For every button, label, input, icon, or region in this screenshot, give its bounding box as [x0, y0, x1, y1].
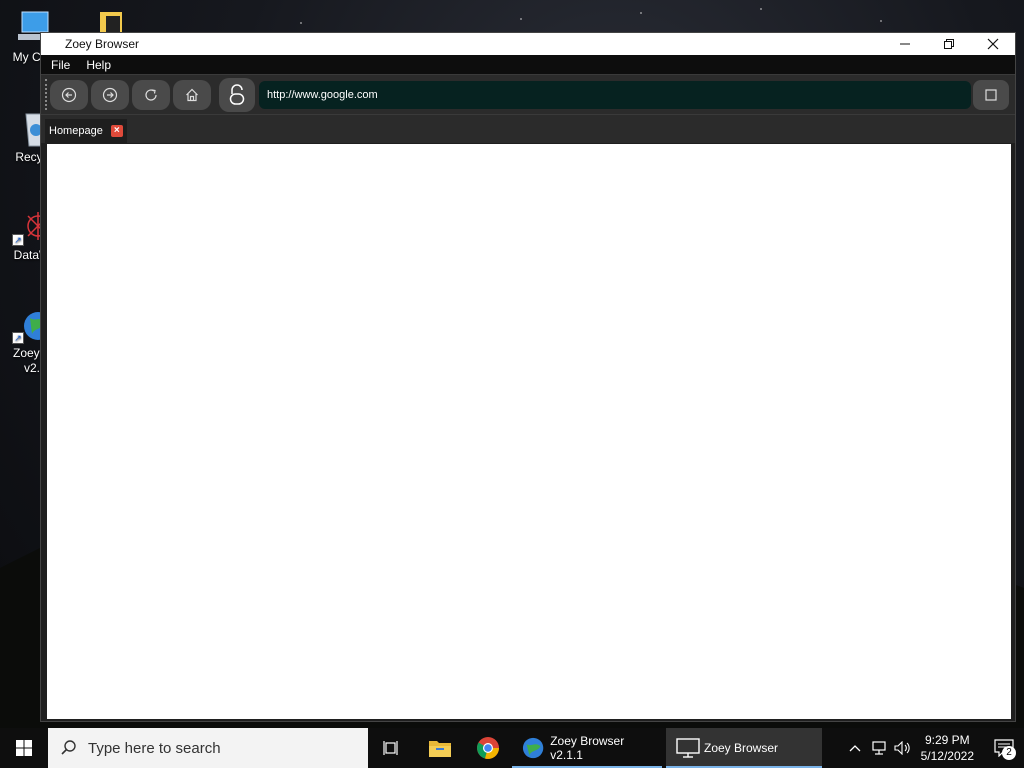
title-bar[interactable]: Zoey Browser: [41, 33, 1015, 55]
home-icon: [186, 88, 198, 101]
window-title: Zoey Browser: [65, 37, 140, 51]
refresh-icon: [145, 88, 157, 101]
window-controls: [883, 33, 1015, 55]
address-bar[interactable]: http://www.google.com: [259, 81, 971, 109]
taskbar-clock[interactable]: 9:29 PM 5/12/2022: [921, 732, 974, 764]
network-button[interactable]: [867, 728, 891, 768]
page-viewport[interactable]: [47, 144, 1011, 719]
globe-icon: [522, 737, 544, 759]
file-explorer-button[interactable]: [416, 728, 464, 768]
chrome-icon: [477, 737, 499, 759]
tab-strip: Homepage ×: [41, 115, 1015, 143]
clock-time: 9:29 PM: [924, 733, 970, 747]
chrome-button[interactable]: [464, 728, 512, 768]
square-icon: [985, 89, 997, 101]
windows-logo-icon: [16, 740, 32, 756]
taskbar: Type here to search Zoey Browser v2.1.1: [0, 728, 1024, 768]
home-button[interactable]: [173, 79, 211, 110]
go-button[interactable]: [973, 80, 1009, 110]
volume-button[interactable]: [891, 728, 915, 768]
clock-date: 5/12/2022: [920, 749, 974, 763]
task-view-icon: [383, 741, 398, 755]
minimize-button[interactable]: [883, 33, 927, 55]
taskbar-app-zoey-browser[interactable]: Zoey Browser: [666, 728, 822, 768]
refresh-button[interactable]: [132, 79, 170, 110]
show-hidden-icons-button[interactable]: [843, 728, 867, 768]
taskbar-search-box[interactable]: Type here to search: [48, 728, 368, 768]
menu-help[interactable]: Help: [86, 58, 111, 72]
back-arrow-icon: [61, 87, 77, 102]
close-button[interactable]: [971, 33, 1015, 55]
system-tray: 9:29 PM 5/12/2022 2: [843, 728, 1024, 768]
search-icon: [61, 740, 76, 755]
close-icon: [987, 38, 999, 50]
taskbar-app-zoey-browser-v2[interactable]: Zoey Browser v2.1.1: [512, 728, 662, 768]
tab-close-icon[interactable]: ×: [110, 125, 123, 137]
forward-arrow-icon: [102, 87, 118, 102]
monitor-icon: [676, 738, 700, 758]
unlock-icon: [229, 83, 245, 105]
speaker-icon: [894, 741, 910, 755]
forward-button[interactable]: [91, 79, 129, 110]
minimize-icon: [900, 43, 910, 45]
task-view-button[interactable]: [368, 728, 416, 768]
taskbar-app-label: Zoey Browser: [704, 741, 779, 755]
menu-file[interactable]: File: [51, 58, 70, 72]
network-icon: [872, 741, 886, 755]
toolbar-grip[interactable]: [45, 79, 47, 110]
tab-label: Homepage: [49, 125, 103, 137]
chevron-up-icon: [849, 745, 861, 752]
file-explorer-icon: [429, 741, 451, 757]
start-button[interactable]: [0, 728, 48, 768]
menu-bar: File Help: [41, 55, 1015, 75]
navigation-toolbar: http://www.google.com: [41, 75, 1015, 115]
search-placeholder: Type here to search: [88, 739, 221, 757]
tab-homepage[interactable]: Homepage ×: [45, 119, 127, 143]
browser-window: Zoey Browser File Help http://www.google…: [40, 32, 1016, 722]
shortcut-arrow-icon: ↗: [12, 234, 24, 246]
action-center-button[interactable]: 2: [984, 728, 1024, 768]
security-button[interactable]: [219, 77, 255, 112]
taskbar-app-label: Zoey Browser v2.1.1: [550, 734, 625, 762]
restore-button[interactable]: [927, 33, 971, 55]
back-button[interactable]: [50, 79, 88, 110]
shortcut-arrow-icon: ↗: [12, 332, 24, 344]
notification-count-badge: 2: [1002, 746, 1016, 760]
restore-icon: [944, 39, 954, 49]
